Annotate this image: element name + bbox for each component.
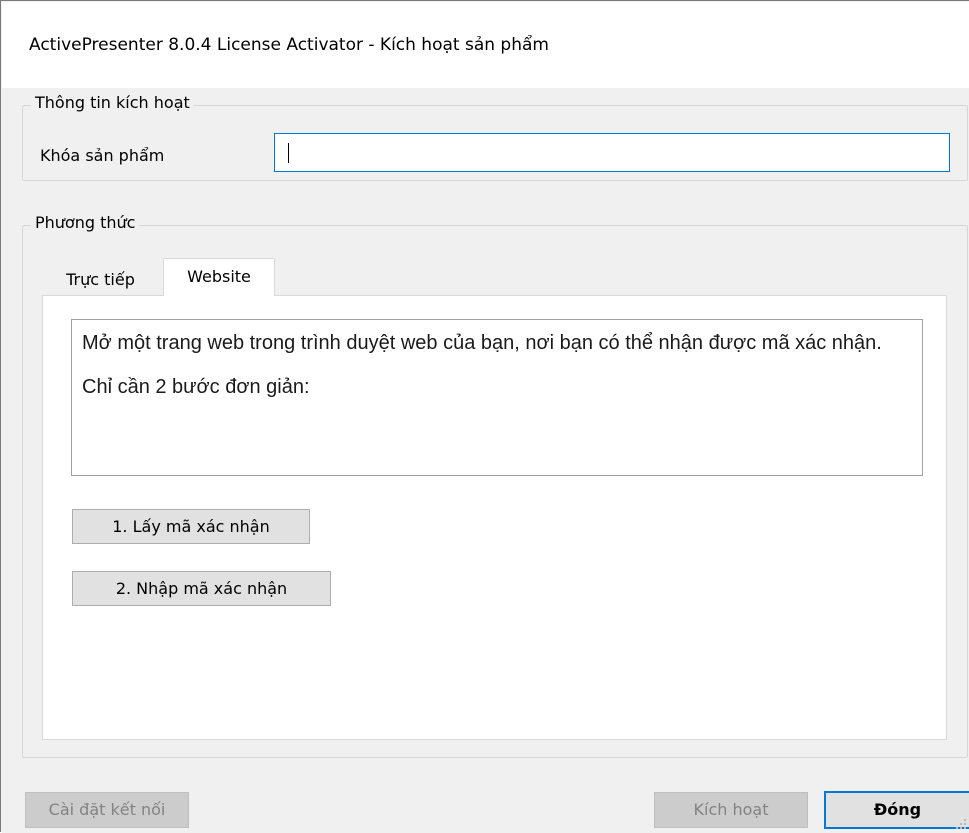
product-key-label: Khóa sản phẩm bbox=[40, 146, 165, 165]
method-legend: Phương thức bbox=[31, 213, 140, 232]
license-activator-window: ActivePresenter 8.0.4 License Activator … bbox=[0, 0, 969, 833]
connection-settings-button[interactable]: Cài đặt kết nối bbox=[25, 792, 189, 828]
enter-confirmation-code-label: 2. Nhập mã xác nhận bbox=[115, 579, 288, 598]
description-line-1: Mở một trang web trong trình duyệt web c… bbox=[82, 332, 882, 354]
tab-direct-label: Trực tiếp bbox=[66, 270, 135, 289]
enter-confirmation-code-button[interactable]: 2. Nhập mã xác nhận bbox=[72, 571, 331, 606]
dialog-client-area: Thông tin kích hoạt Khóa sản phẩm Phương… bbox=[2, 88, 969, 833]
activate-label: Kích hoạt bbox=[693, 800, 769, 819]
get-confirmation-code-button[interactable]: 1. Lấy mã xác nhận bbox=[72, 509, 310, 544]
text-caret bbox=[288, 143, 289, 163]
description-line-2: Chỉ cần 2 bước đơn giản: bbox=[82, 376, 310, 398]
close-button[interactable]: Đóng bbox=[824, 791, 969, 829]
resize-grip-icon[interactable] bbox=[956, 819, 968, 831]
product-key-input[interactable] bbox=[274, 133, 950, 172]
title-bar[interactable]: ActivePresenter 8.0.4 License Activator … bbox=[2, 2, 969, 88]
activation-info-legend: Thông tin kích hoạt bbox=[31, 93, 194, 112]
close-label: Đóng bbox=[873, 800, 922, 819]
website-tab-panel: Mở một trang web trong trình duyệt web c… bbox=[42, 295, 947, 740]
connection-settings-label: Cài đặt kết nối bbox=[48, 800, 166, 819]
tab-website-label: Website bbox=[187, 267, 251, 286]
tab-direct[interactable]: Trực tiếp bbox=[38, 264, 163, 294]
window-title: ActivePresenter 8.0.4 License Activator … bbox=[29, 35, 549, 55]
website-description-box: Mở một trang web trong trình duyệt web c… bbox=[71, 319, 923, 476]
method-group: Phương thức Trực tiếp Website Mở một tra… bbox=[22, 213, 968, 758]
get-confirmation-code-label: 1. Lấy mã xác nhận bbox=[112, 517, 270, 536]
activate-button[interactable]: Kích hoạt bbox=[654, 792, 808, 828]
tab-website[interactable]: Website bbox=[163, 258, 275, 296]
activation-info-group: Thông tin kích hoạt Khóa sản phẩm bbox=[22, 93, 968, 181]
